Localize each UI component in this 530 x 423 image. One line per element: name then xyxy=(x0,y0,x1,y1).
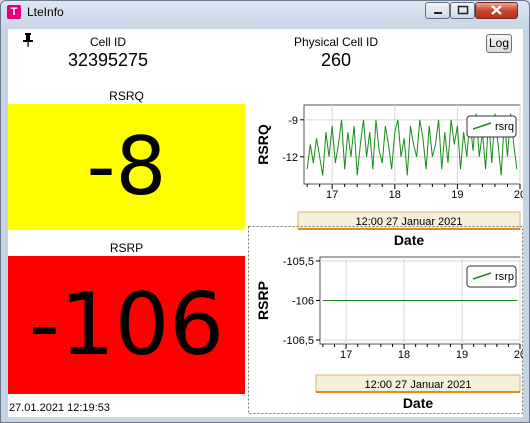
rsrq-chart-y-tick-0: -9 xyxy=(288,115,298,127)
rsrp-chart-date-caption: 12:00 27 Januar 2021 xyxy=(364,379,471,391)
rsrp-chart-x-tick-17: 17 xyxy=(340,349,352,361)
rsrq-chart-y-axis-label: RSRQ xyxy=(255,124,271,165)
minimize-icon xyxy=(434,12,442,14)
app-window: T LteInfo Cell ID 32395275 Physical Cell… xyxy=(0,0,530,423)
minimize-button[interactable] xyxy=(425,2,450,19)
close-icon xyxy=(491,5,502,15)
rsrp-chart-x-tick-20: 20 xyxy=(514,349,523,361)
rsrp-chart-y-tick-0: -105,5 xyxy=(283,256,314,268)
maximize-button[interactable] xyxy=(450,2,475,19)
pin-icon[interactable] xyxy=(22,33,34,47)
maximize-icon xyxy=(457,5,469,15)
rsrp-value-tile: -106 xyxy=(8,256,245,394)
title-bar[interactable]: T LteInfo xyxy=(1,1,529,23)
cell-id-label: Cell ID xyxy=(89,35,126,49)
app-logo-icon: T xyxy=(7,5,21,19)
rsrp-label: RSRP xyxy=(109,241,144,255)
rsrq-chart-x-tick-19: 19 xyxy=(451,189,463,201)
close-button[interactable] xyxy=(475,2,518,19)
rsrq-chart-legend-label: rsrq xyxy=(495,121,514,133)
physical-cell-id-value: 260 xyxy=(320,50,352,70)
rsrp-chart-x-axis-label: Date xyxy=(403,395,434,411)
rsrq-chart-x-tick-20: 20 xyxy=(514,189,523,201)
rsrp-chart-legend-label: rsrp xyxy=(495,271,514,283)
rsrp-chart-y-axis-label: RSRP xyxy=(255,281,271,320)
physical-cell-id-label: Physical Cell ID xyxy=(293,35,379,49)
rsrp-chart-y-tick-2: -106,5 xyxy=(283,335,314,347)
cell-id-value: 32395275 xyxy=(67,50,149,70)
rsrp-chart-x-tick-18: 18 xyxy=(398,349,410,361)
rsrp-chart-x-tick-19: 19 xyxy=(456,349,468,361)
log-button[interactable]: Log xyxy=(486,34,512,53)
rsrq-value-tile: -8 xyxy=(8,104,245,230)
main-panel: Cell ID 32395275 Physical Cell ID 260 Lo… xyxy=(8,29,523,417)
rsrq-chart-y-tick-1: -12 xyxy=(282,152,298,164)
rsrq-chart-x-tick-17: 17 xyxy=(326,189,338,201)
rsrq-chart-x-tick-18: 18 xyxy=(389,189,401,201)
status-timestamp: 27.01.2021 12:19:53 xyxy=(9,402,110,414)
rsrp-chart[interactable]: 17 18 19 20 -105,5 -106 -106,5 RSRP rsrp 12:00 27… xyxy=(248,226,523,414)
window-title: LteInfo xyxy=(27,5,64,19)
rsrq-label: RSRQ xyxy=(109,89,144,103)
rsrp-chart-y-tick-1: -106 xyxy=(292,296,314,308)
